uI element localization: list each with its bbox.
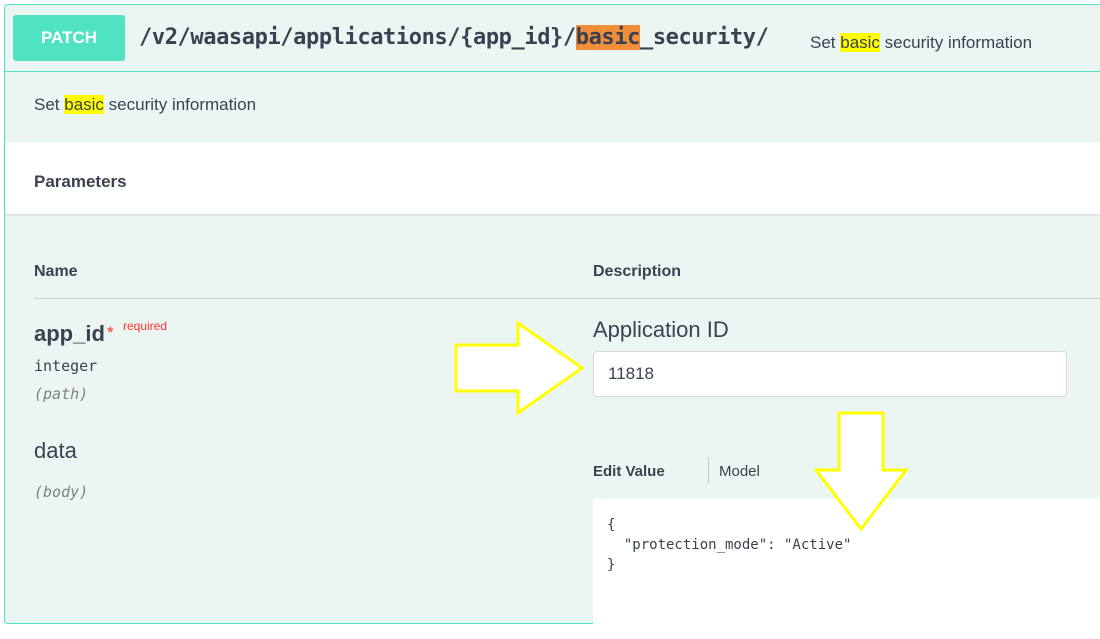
column-header-description: Description [593,263,682,280]
operation-summary[interactable]: PATCH /v2/waasapi/applications/{app_id}/… [5,5,1100,72]
tab-divider [708,457,709,483]
table-divider [34,298,1100,299]
operation-summary-description: Set basic security information [810,33,1032,53]
method-badge: PATCH [13,15,125,61]
tab-edit-value[interactable]: Edit Value [593,463,665,480]
summary-prefix: Set [810,33,841,52]
description-suffix: security information [103,95,257,114]
summary-suffix: security information [879,33,1033,52]
param-app-id-location: (path) [34,385,89,403]
arrow-right-icon [454,320,585,416]
path-suffix: _security/ [639,25,769,50]
path-highlight: basic [575,25,640,50]
required-label: required [123,319,168,333]
operation-path: /v2/waasapi/applications/{app_id}/basic_… [139,25,769,50]
param-data-location: (body) [34,483,89,501]
path-prefix: /v2/waasapi/applications/{app_id}/ [139,25,576,50]
app-id-input[interactable] [593,351,1067,397]
param-app-id-name: app_id [34,321,105,346]
summary-highlight: basic [840,33,880,52]
description-prefix: Set [34,95,65,114]
parameters-section-header: Parameters [5,142,1100,214]
param-data-name: data [34,438,77,463]
operation-description: Set basic security information [34,95,256,115]
param-app-id-type: integer [34,357,98,375]
parameters-title: Parameters [34,172,127,191]
patch-operation-block: PATCH /v2/waasapi/applications/{app_id}/… [4,4,1100,639]
required-star: * [107,323,114,342]
param-app-id-description: Application ID [593,317,729,342]
tab-model[interactable]: Model [719,463,760,480]
arrow-down-icon [812,411,910,532]
column-header-name: Name [34,263,78,280]
description-highlight: basic [64,95,104,114]
